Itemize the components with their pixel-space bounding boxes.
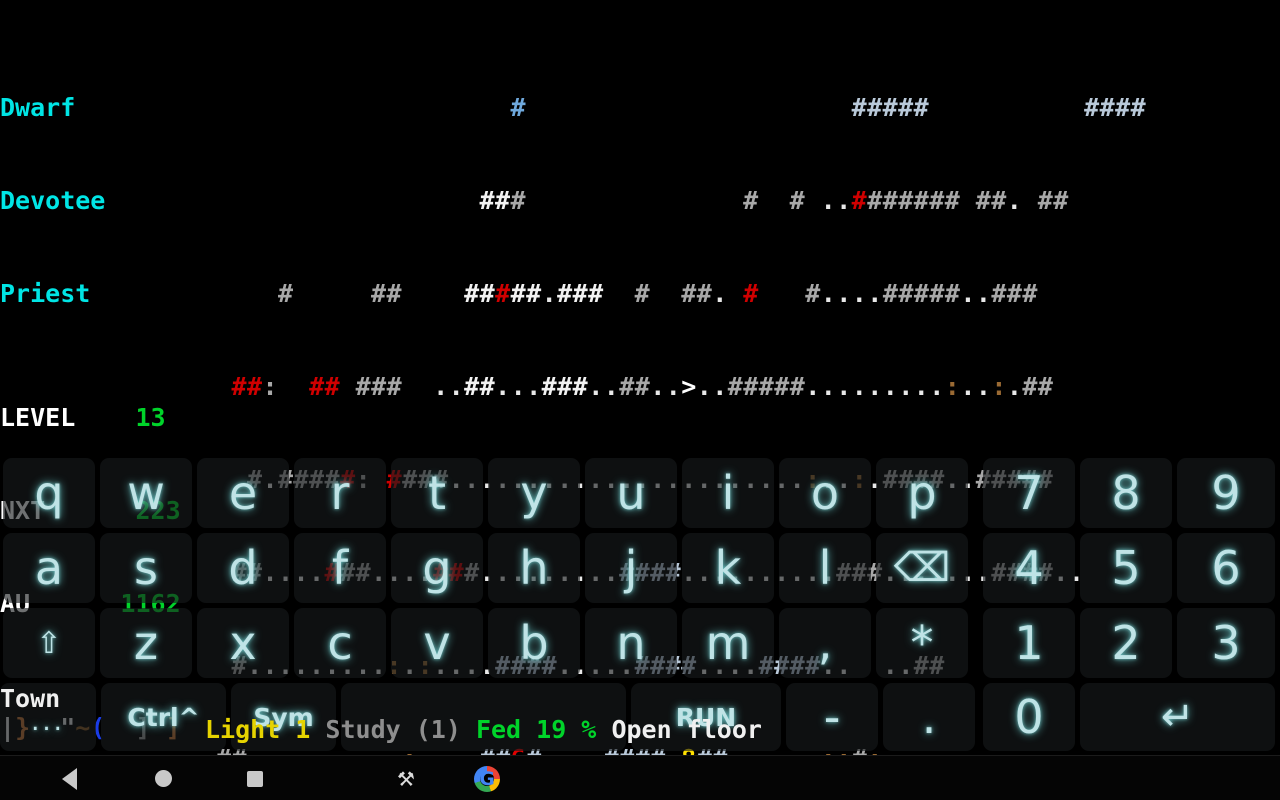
key-3[interactable]: 3 — [1177, 608, 1275, 678]
key-m[interactable]: m — [682, 608, 774, 678]
keyboard-row-1: q w e r t y u i o p 7 8 9 — [0, 458, 1280, 532]
map-row: # ##### #### — [510, 93, 1147, 122]
key-r[interactable]: r — [294, 458, 386, 528]
back-icon[interactable] — [45, 756, 93, 800]
status-study: Study (1) — [325, 715, 461, 744]
key-k[interactable]: k — [682, 533, 774, 603]
key-w[interactable]: w — [100, 458, 192, 528]
google-icon[interactable] — [463, 756, 511, 800]
map-row: # ## #####.### # ##..# #....#####..### — [278, 279, 1038, 308]
map-row: ##: ## ### ..##...###..##..>..#####.....… — [231, 372, 1054, 401]
character-race: Dwarf — [0, 93, 76, 122]
key-j[interactable]: j — [585, 533, 677, 603]
key-t[interactable]: t — [391, 458, 483, 528]
key-u[interactable]: u — [585, 458, 677, 528]
key-l[interactable]: l — [779, 533, 871, 603]
recents-icon[interactable] — [231, 756, 279, 800]
backspace-icon[interactable]: ⌫ — [876, 533, 968, 603]
key-2[interactable]: 2 — [1080, 608, 1172, 678]
key-n[interactable]: n — [585, 608, 677, 678]
keyboard-row-3: ⇧ z x c v b n m , * 1 2 3 — [0, 608, 1280, 682]
key-c[interactable]: c — [294, 608, 386, 678]
key-7[interactable]: 7 — [983, 458, 1075, 528]
key-b[interactable]: b — [488, 608, 580, 678]
key-v[interactable]: v — [391, 608, 483, 678]
android-navigation-bar[interactable]: ⚒ — [0, 755, 1280, 800]
key-o[interactable]: o — [779, 458, 871, 528]
key-s[interactable]: s — [100, 533, 192, 603]
android-game-screen: Dwarf Devotee Priest LEVEL 13 NXT 223 AU… — [0, 0, 1280, 800]
status-location: Town — [0, 684, 61, 713]
shift-icon[interactable]: ⇧ — [3, 608, 95, 678]
key-q[interactable]: q — [3, 458, 95, 528]
key-comma[interactable]: , — [779, 608, 871, 678]
key-1[interactable]: 1 — [983, 608, 1075, 678]
key-6[interactable]: 6 — [1177, 533, 1275, 603]
status-terrain: Open floor — [611, 715, 762, 744]
key-z[interactable]: z — [100, 608, 192, 678]
character-class: Priest — [0, 279, 91, 308]
key-asterisk[interactable]: * — [876, 608, 968, 678]
key-h[interactable]: h — [488, 533, 580, 603]
status-line: Light 1 Study (1) Fed 19 % Open floor — [0, 714, 1280, 745]
key-5[interactable]: 5 — [1080, 533, 1172, 603]
key-e[interactable]: e — [197, 458, 289, 528]
key-d[interactable]: d — [197, 533, 289, 603]
key-p[interactable]: p — [876, 458, 968, 528]
status-light: Light 1 — [205, 715, 311, 744]
key-x[interactable]: x — [197, 608, 289, 678]
key-8[interactable]: 8 — [1080, 458, 1172, 528]
key-y[interactable]: y — [488, 458, 580, 528]
onscreen-keyboard[interactable]: q w e r t y u i o p 7 8 9 a s d f g h j … — [0, 455, 1280, 755]
tools-icon[interactable]: ⚒ — [382, 756, 430, 800]
key-i[interactable]: i — [682, 458, 774, 528]
status-food: Fed 19 % — [475, 715, 597, 744]
character-title: Devotee — [0, 186, 106, 215]
map-row: ### # #...####### ##..## — [479, 186, 1069, 215]
key-f[interactable]: f — [294, 533, 386, 603]
key-g[interactable]: g — [391, 533, 483, 603]
key-9[interactable]: 9 — [1177, 458, 1275, 528]
stat-level: LEVEL 13 — [0, 403, 166, 432]
key-4[interactable]: 4 — [983, 533, 1075, 603]
keyboard-row-2: a s d f g h j k l ⌫ 4 5 6 — [0, 533, 1280, 607]
key-a[interactable]: a — [3, 533, 95, 603]
home-icon[interactable] — [139, 756, 187, 800]
